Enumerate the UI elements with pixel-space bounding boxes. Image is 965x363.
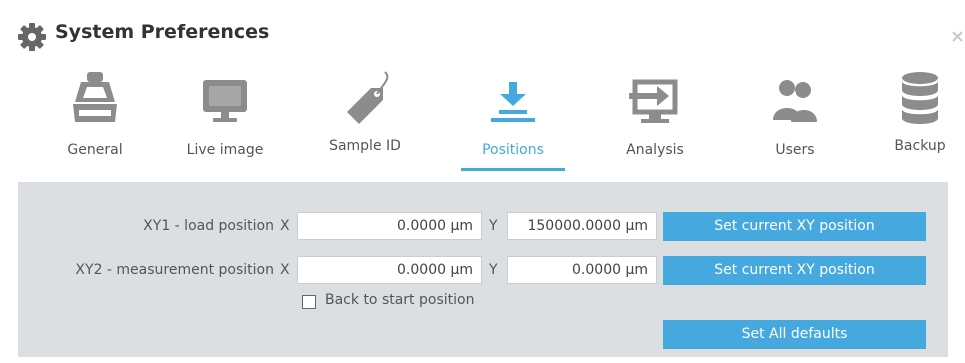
back-to-start-label: Back to start position	[325, 292, 475, 308]
tab-label: Live image	[186, 142, 264, 158]
gear-icon	[18, 23, 46, 51]
xy2-x-input[interactable]: 0.0000 μm	[297, 256, 482, 284]
x-axis-label: X	[280, 262, 290, 278]
y-axis-label: Y	[489, 218, 498, 234]
tab-analysis[interactable]: Analysis	[605, 60, 705, 182]
xy1-label: XY1 - load position	[143, 218, 274, 234]
tab-label: Sample ID	[329, 138, 401, 154]
y-axis-label: Y	[489, 262, 498, 278]
monitor-icon	[203, 80, 247, 122]
tab-sample-id[interactable]: Sample ID	[320, 60, 410, 182]
set-all-defaults-button[interactable]: Set All defaults	[663, 320, 926, 349]
tab-label: Analysis	[626, 142, 684, 158]
window-title: System Preferences	[55, 21, 270, 43]
preferences-tabbar: General Live image Sample ID Positions A…	[0, 60, 965, 182]
close-icon[interactable]	[950, 26, 965, 46]
tab-backup[interactable]: Backup	[875, 60, 965, 182]
tab-label: General	[67, 142, 123, 158]
tab-label: Users	[775, 142, 815, 158]
xy1-x-input[interactable]: 0.0000 μm	[297, 212, 482, 240]
tab-users[interactable]: Users	[750, 60, 840, 182]
tab-general[interactable]: General	[50, 60, 140, 182]
users-icon	[773, 80, 817, 122]
tab-positions[interactable]: Positions	[465, 60, 561, 182]
database-icon	[902, 72, 938, 124]
tab-live-image[interactable]: Live image	[180, 60, 270, 182]
set-xy2-button[interactable]: Set current XY position	[663, 256, 926, 285]
microscope-icon	[73, 72, 117, 122]
back-to-start-checkbox[interactable]	[302, 295, 316, 309]
tab-label: Backup	[894, 138, 946, 154]
active-tab-indicator	[461, 168, 565, 171]
xy1-y-input[interactable]: 150000.0000 μm	[507, 212, 657, 240]
tag-icon	[347, 71, 389, 124]
tab-label: Positions	[482, 142, 544, 158]
xy2-y-input[interactable]: 0.0000 μm	[507, 256, 657, 284]
download-arrow-icon	[491, 82, 535, 122]
x-axis-label: X	[280, 218, 290, 234]
title-bar: System Preferences	[0, 0, 965, 56]
export-screen-icon	[629, 79, 678, 123]
set-xy1-button[interactable]: Set current XY position	[663, 212, 926, 241]
xy2-label: XY2 - measurement position	[75, 262, 274, 278]
